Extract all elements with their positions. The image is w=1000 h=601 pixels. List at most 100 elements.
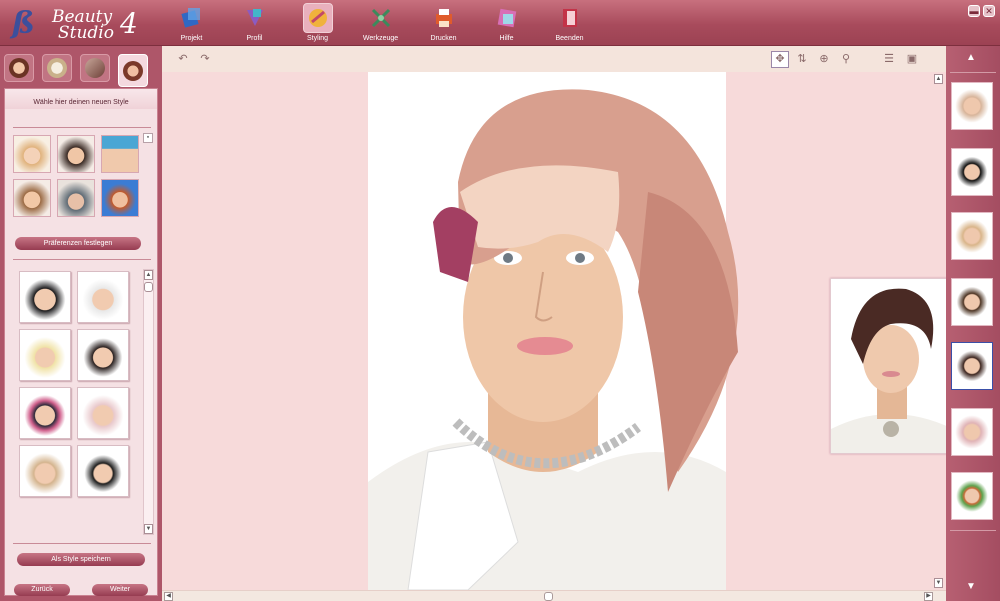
undo-icon[interactable]: ↶ xyxy=(176,52,190,66)
divider xyxy=(13,259,151,260)
minimize-button[interactable]: ▬ xyxy=(968,5,980,17)
main-menu: Projekt Profil Styling Werkzeuge Drucken… xyxy=(160,3,601,45)
menu-drucken[interactable]: Drucken xyxy=(412,3,475,45)
menu-lines-icon[interactable]: ☰ xyxy=(882,52,896,66)
menu-styling-label: Styling xyxy=(306,35,328,42)
hairstyle-thumb[interactable] xyxy=(77,329,129,381)
styling-side-panel: Wähle hier deinen neuen Style ▪ Präferen… xyxy=(0,46,162,601)
canvas-toolbar: ↶ ↷ ✥ ⇅ ⊕ ⚲ ☰ ▣ xyxy=(162,46,946,72)
style-category-thumb[interactable] xyxy=(101,135,139,173)
menu-drucken-label: Drucken xyxy=(430,35,457,42)
scrollbar-thumb[interactable] xyxy=(544,592,553,601)
tab-hairstyle[interactable] xyxy=(118,54,148,87)
compare-view-icon[interactable]: ▣ xyxy=(905,52,919,66)
panel-tabs xyxy=(4,54,148,87)
scroll-right-icon[interactable]: ▶ xyxy=(924,592,933,601)
next-button[interactable]: Weiter xyxy=(92,584,148,596)
tab-lipstick[interactable] xyxy=(80,54,110,82)
menu-profil-label: Profil xyxy=(246,35,263,42)
target-tool-icon[interactable]: ⊕ xyxy=(817,52,831,66)
scroll-up-icon[interactable]: ▲ xyxy=(144,270,153,280)
divider xyxy=(13,127,151,128)
style-category-thumb[interactable] xyxy=(57,179,95,217)
history-thumb-selected[interactable] xyxy=(951,342,993,390)
project-icon xyxy=(180,8,200,28)
model-portrait-image xyxy=(368,89,739,591)
app-logo: ß Beauty Studio 4 xyxy=(8,4,158,44)
hairstyle-thumb[interactable] xyxy=(19,329,71,381)
rotate-tool-icon[interactable]: ⇅ xyxy=(795,52,809,66)
style-selection-panel: Wähle hier deinen neuen Style ▪ Präferen… xyxy=(4,88,158,596)
preferences-button[interactable]: Präferenzen festlegen xyxy=(15,237,141,250)
hairstyle-thumb[interactable] xyxy=(19,387,71,439)
style-categories xyxy=(13,135,139,217)
logo-text-studio: Studio xyxy=(58,23,114,43)
styling-canvas[interactable] xyxy=(162,72,946,591)
back-button[interactable]: Zurück xyxy=(14,584,70,596)
menu-projekt[interactable]: Projekt xyxy=(160,3,223,45)
category-scroll-button[interactable]: ▪ xyxy=(143,133,153,143)
menu-profil[interactable]: Profil xyxy=(223,3,286,45)
tab-hair-color[interactable] xyxy=(4,54,34,82)
scroll-left-icon[interactable]: ◀ xyxy=(164,592,173,601)
makeup-icon xyxy=(47,58,67,78)
hairstyle-thumb[interactable] xyxy=(77,271,129,323)
menu-beenden[interactable]: Beenden xyxy=(538,3,601,45)
hairstyle-thumb[interactable] xyxy=(77,387,129,439)
history-thumb[interactable] xyxy=(951,82,993,130)
tab-makeup[interactable] xyxy=(42,54,72,82)
close-button[interactable]: ✕ xyxy=(983,5,995,17)
menu-projekt-label: Projekt xyxy=(180,35,203,42)
hairstyle-preview-popup xyxy=(830,278,952,454)
print-icon xyxy=(435,9,452,27)
scroll-up-icon[interactable]: ▲ xyxy=(934,74,943,84)
profile-icon xyxy=(246,9,263,26)
beauty-studio-window: ß Beauty Studio 4 Projekt Profil Styling… xyxy=(0,0,1000,601)
hairstyle-icon xyxy=(123,60,143,81)
logo-mark-icon: ß xyxy=(12,6,35,41)
help-icon xyxy=(497,8,516,28)
logo-version: 4 xyxy=(120,7,138,40)
menu-werkzeuge[interactable]: Werkzeuge xyxy=(349,3,412,45)
save-style-button[interactable]: Als Style speichern xyxy=(17,553,145,566)
menu-hilfe[interactable]: Hilfe xyxy=(475,3,538,45)
scrollbar-thumb[interactable] xyxy=(144,282,153,292)
style-category-thumb[interactable] xyxy=(13,179,51,217)
hair-color-icon xyxy=(9,58,29,78)
history-thumb[interactable] xyxy=(951,148,993,196)
panel-heading: Wähle hier deinen neuen Style xyxy=(33,99,129,106)
strip-down-icon[interactable]: ▼ xyxy=(966,581,976,592)
style-category-thumb[interactable] xyxy=(57,135,95,173)
hairstyle-thumb[interactable] xyxy=(19,271,71,323)
divider xyxy=(13,543,151,544)
hairstyle-list xyxy=(19,271,129,497)
lipstick-icon xyxy=(85,58,105,78)
style-category-thumb[interactable] xyxy=(101,179,139,217)
scroll-down-icon[interactable]: ▼ xyxy=(934,578,943,588)
hairstyle-thumb[interactable] xyxy=(77,445,129,497)
scroll-down-icon[interactable]: ▼ xyxy=(144,524,153,534)
menu-beenden-label: Beenden xyxy=(555,35,584,42)
history-thumb[interactable] xyxy=(951,212,993,260)
history-thumb[interactable] xyxy=(951,472,993,520)
top-menu-bar: ß Beauty Studio 4 Projekt Profil Styling… xyxy=(0,0,1000,46)
menu-styling[interactable]: Styling xyxy=(286,3,349,45)
menu-hilfe-label: Hilfe xyxy=(499,35,514,42)
exit-icon xyxy=(562,9,577,27)
menu-werkzeuge-label: Werkzeuge xyxy=(362,35,399,42)
style-category-thumb[interactable] xyxy=(13,135,51,173)
zoom-icon[interactable]: ⚲ xyxy=(839,52,853,66)
canvas-horizontal-scrollbar[interactable]: ◀ ▶ xyxy=(162,590,946,601)
hairstyle-thumb[interactable] xyxy=(19,445,71,497)
hairstyle-scrollbar[interactable]: ▲ ▼ xyxy=(143,269,154,535)
styling-icon xyxy=(308,9,327,27)
move-tool-icon[interactable]: ✥ xyxy=(771,51,789,68)
window-controls: ▬ ✕ xyxy=(968,5,995,17)
tools-icon xyxy=(371,8,390,28)
history-thumb[interactable] xyxy=(951,278,993,326)
redo-icon[interactable]: ↷ xyxy=(198,52,212,66)
history-thumb[interactable] xyxy=(951,408,993,456)
strip-up-icon[interactable]: ▲ xyxy=(966,52,976,63)
model-photo[interactable] xyxy=(368,72,739,591)
preview-portrait-image xyxy=(831,279,951,453)
